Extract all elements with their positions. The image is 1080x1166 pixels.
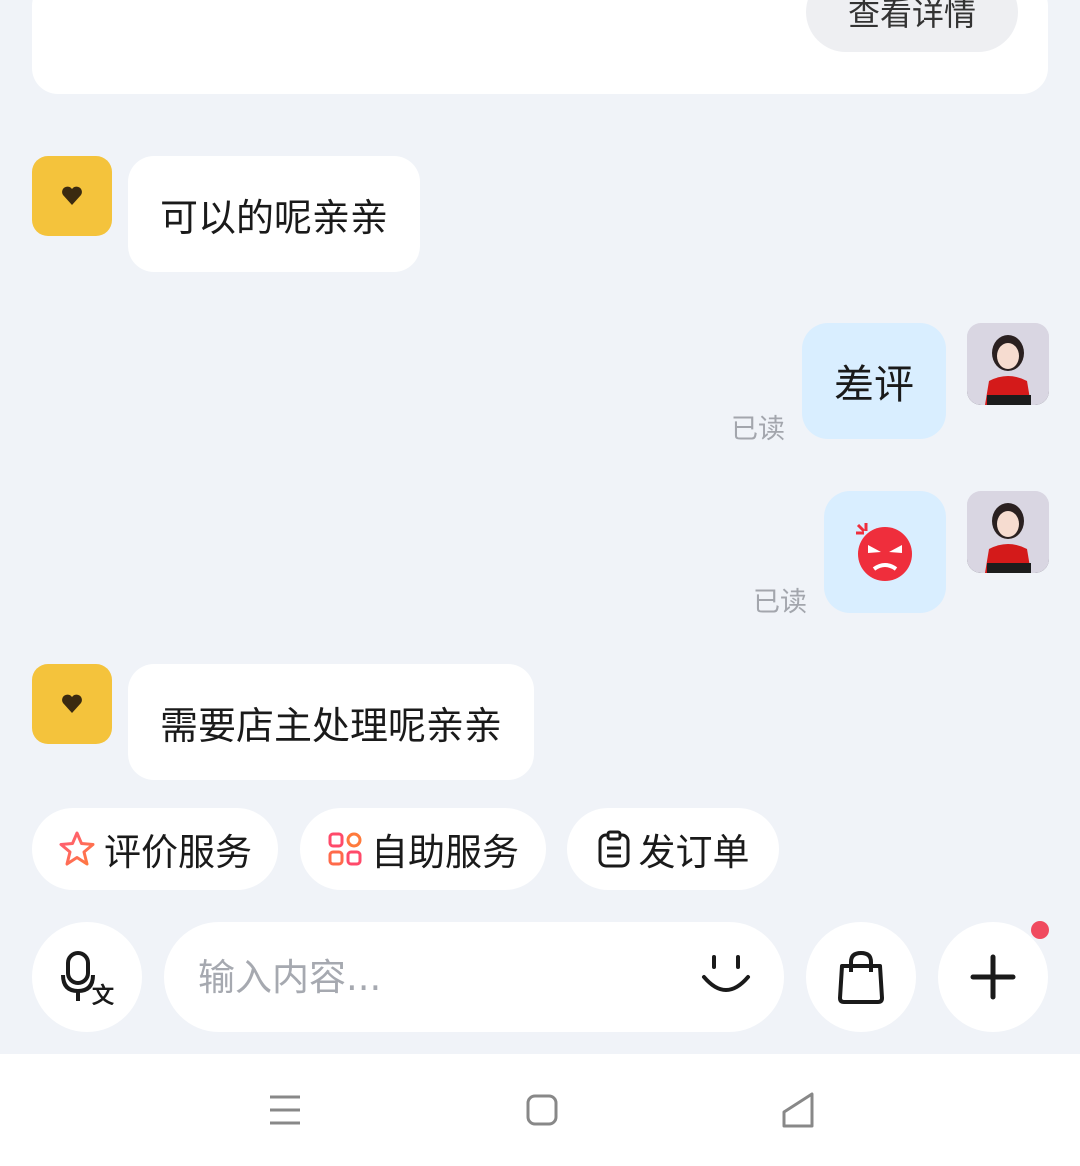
user-avatar-image xyxy=(967,323,1049,405)
plus-icon xyxy=(970,954,1016,1000)
message-bubble-bot: 需要店主处理呢亲亲 xyxy=(128,664,535,780)
notification-dot xyxy=(1031,921,1049,939)
shopping-bag-button[interactable] xyxy=(806,922,916,1032)
message-bubble-bot: 可以的呢亲亲 xyxy=(128,156,421,272)
view-details-button[interactable]: 查看详情 xyxy=(806,0,1018,52)
message-bubble-user: 差评 xyxy=(802,323,946,439)
send-order-chip[interactable]: 发订单 xyxy=(567,808,779,890)
star-icon xyxy=(59,831,95,866)
message-input[interactable] xyxy=(196,954,660,1000)
menu-icon[interactable] xyxy=(268,1094,302,1126)
shopping-bag-icon xyxy=(838,950,884,1004)
voice-input-button[interactable]: 文 xyxy=(32,922,142,1032)
read-status: 已读 xyxy=(731,414,785,445)
svg-text:文: 文 xyxy=(92,983,114,1005)
clipboard-icon xyxy=(598,830,629,868)
read-status: 已读 xyxy=(753,587,807,618)
chip-label: 发订单 xyxy=(638,831,750,874)
chip-label: 评价服务 xyxy=(104,831,252,874)
user-avatar[interactable] xyxy=(967,323,1049,405)
heart-icon xyxy=(62,694,82,713)
message-input-box[interactable] xyxy=(164,922,784,1032)
heart-icon xyxy=(62,186,82,205)
microphone-translate-icon: 文 xyxy=(61,951,114,1005)
home-icon[interactable] xyxy=(526,1094,558,1126)
self-service-chip[interactable]: 自助服务 xyxy=(300,808,546,890)
message-bubble-emoji xyxy=(824,491,946,613)
rate-service-chip[interactable]: 评价服务 xyxy=(32,808,278,890)
chip-label: 自助服务 xyxy=(371,831,519,874)
emoji-icon[interactable] xyxy=(700,951,752,1003)
more-actions-button[interactable] xyxy=(938,922,1048,1032)
user-avatar-image xyxy=(967,491,1049,573)
bot-avatar[interactable] xyxy=(32,156,112,236)
user-avatar[interactable] xyxy=(967,491,1049,573)
bot-avatar[interactable] xyxy=(32,664,112,744)
grid-icon xyxy=(328,832,362,866)
system-nav-bar xyxy=(0,1054,1080,1166)
angry-face-icon xyxy=(856,523,912,581)
back-icon[interactable] xyxy=(782,1092,814,1128)
